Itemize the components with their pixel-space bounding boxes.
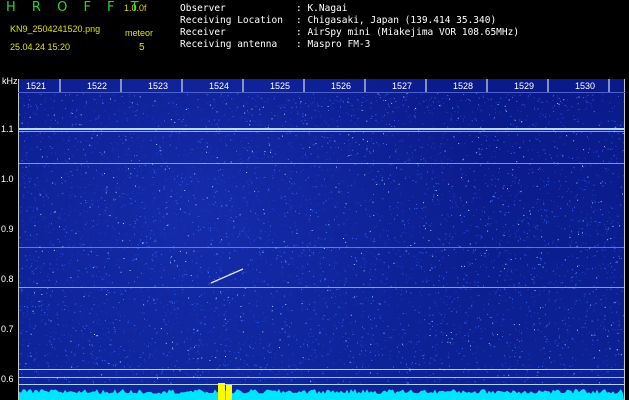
spectrum-trace [19,389,624,400]
carrier-line [19,128,624,130]
info-key-antenna: Receiving antenna [180,39,278,50]
freq-tick-label: 0.6 [1,374,14,384]
time-tick-label: 1527 [392,81,413,91]
freq-tick-label: 0.7 [1,324,14,334]
spectrogram-canvas [19,79,624,400]
info-value-observer: : K.Nagai [296,3,348,14]
info-key-receiver: Receiver [180,27,226,38]
time-tick-label: 1526 [331,81,352,91]
file-name: KN9_2504241520.png [10,24,101,34]
carrier-line [19,369,624,370]
info-key-observer: Observer [180,3,226,14]
info-value-receiver: : AirSpy mini (Miakejima VOR 108.65MHz) [296,27,520,38]
spectrum-peak [226,385,232,400]
carrier-line [19,384,624,385]
header-panel: H R O F F T 1.0.0f KN9_2504241520.png 25… [0,0,629,76]
carrier-line [19,163,624,164]
time-tick-label: 1523 [148,81,169,91]
freq-tick-label: 1.1 [1,124,14,134]
date-time: 25.04.24 15:20 [10,42,71,52]
version-label: 1.0.0f [124,3,147,13]
time-tick-label: 1528 [453,81,474,91]
time-tick-label: 1525 [270,81,291,91]
time-tick-label: 1521 [26,81,47,91]
freq-tick-label: 0.8 [1,274,14,284]
time-tick-label: 1530 [575,81,596,91]
meteor-count: 5 [139,42,145,53]
info-value-antenna: : Maspro FM-3 [296,39,371,50]
carrier-line [19,377,624,378]
time-axis-line [18,92,625,93]
right-border-line [624,79,625,400]
carrier-line [19,287,624,288]
y-axis-line [18,79,19,400]
freq-tick-label: 0.9 [1,224,14,234]
meteor-label: meteor [125,28,154,38]
spectrum-peak [218,383,225,400]
info-value-location: : Chigasaki, Japan (139.414 35.340) [296,15,497,26]
time-tick-label: 1522 [87,81,108,91]
y-axis-unit: kHz [2,76,18,86]
time-tick-label: 1524 [209,81,230,91]
spectrogram-plot [19,79,624,400]
carrier-line [19,247,624,248]
freq-tick-label: 1.0 [1,174,14,184]
carrier-line [19,131,624,132]
time-tick-label: 1529 [514,81,535,91]
info-key-location: Receiving Location [180,15,283,26]
noise-speckle [19,93,624,385]
